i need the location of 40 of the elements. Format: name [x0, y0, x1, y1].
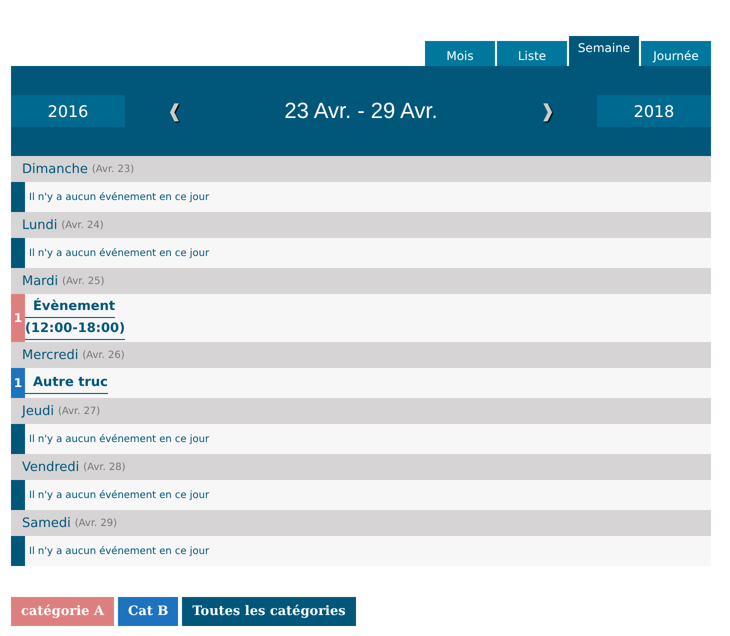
day-marker	[11, 480, 25, 510]
day-marker	[11, 238, 25, 268]
no-events-text: Il n'y a aucun événement en ce jour	[28, 434, 210, 444]
day-date: (Avr. 24)	[61, 220, 104, 230]
previous-week-button[interactable]: ❰	[155, 100, 194, 122]
no-events-text: Il n'y a aucun événement en ce jour	[28, 546, 210, 556]
next-week-button[interactable]: ❱	[528, 100, 567, 122]
day-name: Lundi	[22, 218, 58, 232]
no-events-text: Il n'y a aucun événement en ce jour	[28, 490, 210, 500]
day-name: Mardi	[22, 274, 58, 288]
day-date: (Avr. 28)	[83, 462, 126, 472]
previous-year-button[interactable]: 2016	[11, 95, 125, 127]
day-marker	[11, 182, 25, 212]
event-link[interactable]: Évènement	[25, 296, 116, 318]
day-name: Dimanche	[22, 162, 88, 176]
next-year-button[interactable]: 2018	[597, 95, 711, 127]
day-date: (Avr. 26)	[82, 350, 125, 360]
event-count-badge: 1	[11, 368, 25, 398]
event-time-link[interactable]: (12:00-18:00)	[25, 318, 126, 340]
day-name: Vendredi	[22, 460, 80, 474]
view-tab[interactable]: Liste	[497, 41, 567, 66]
day-date: (Avr. 23)	[92, 164, 134, 174]
view-tab[interactable]: Mois	[425, 41, 495, 66]
day-name: Jeudi	[22, 404, 54, 418]
event-count-badge: 1	[11, 294, 25, 342]
day-marker	[11, 536, 25, 566]
week-range-title: 23 Avr. - 29 Avr.	[283, 98, 439, 124]
category-filter-button[interactable]: Toutes les catégories	[182, 597, 356, 626]
view-tab[interactable]: Journée	[641, 41, 711, 66]
day-name: Samedi	[22, 516, 71, 530]
day-marker	[11, 424, 25, 454]
no-events-text: Il n'y a aucun événement en ce jour	[28, 248, 210, 258]
day-date: (Avr. 29)	[74, 518, 118, 528]
category-filter-button[interactable]: Cat B	[118, 597, 178, 626]
day-date: (Avr. 25)	[62, 276, 104, 286]
event-link[interactable]: Autre truc	[25, 372, 108, 394]
day-date: (Avr. 27)	[58, 406, 100, 416]
view-tab[interactable]: Semaine	[569, 36, 639, 66]
day-name: Mercredi	[22, 348, 78, 362]
no-events-text: Il n'y a aucun événement en ce jour	[28, 192, 210, 202]
